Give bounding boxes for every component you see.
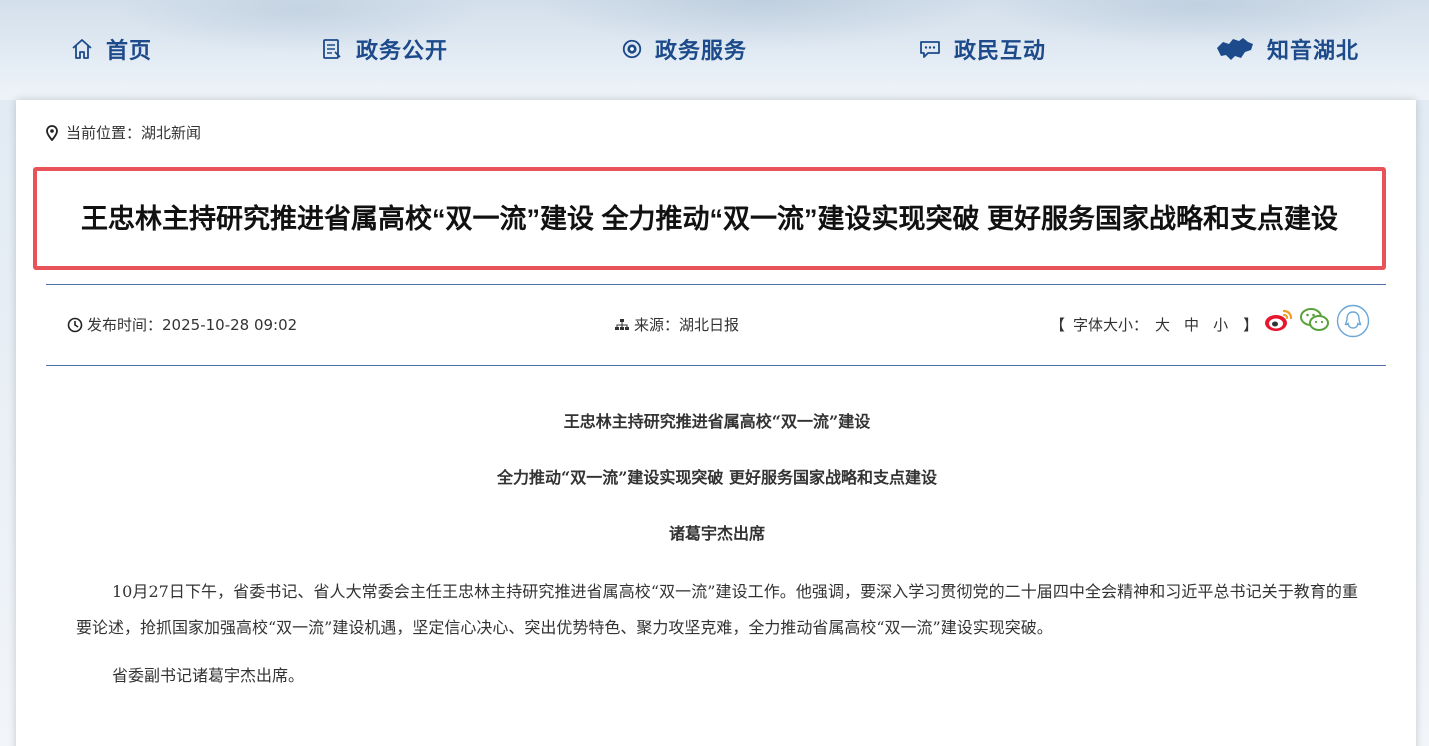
article-subhead: 诸葛宇杰出席 <box>668 524 765 543</box>
publish-time: 发布时间： 2025-10-28 09:02 <box>67 314 297 335</box>
font-size-switcher: 【 字体大小： 大 中 小 】 <box>1042 314 1266 335</box>
nav-gov-service-label: 政务服务 <box>655 39 748 64</box>
breadcrumb-label: 当前位置： <box>66 124 142 142</box>
article-card: 当前位置： 湖北新闻 王忠林主持研究推进省属高校“双一流”建设 全力推动“双一流… <box>16 100 1416 746</box>
sitemap-icon <box>615 318 629 330</box>
breadcrumb-current[interactable]: 湖北新闻 <box>141 122 201 143</box>
divider-top <box>46 284 1386 285</box>
wechat-icon[interactable] <box>1299 304 1331 336</box>
nav-gov-open[interactable]: 政务公开 <box>320 26 448 72</box>
source-label: 来源： <box>634 316 680 334</box>
weibo-icon[interactable] <box>1262 304 1294 336</box>
nav-home-label: 首页 <box>106 39 153 64</box>
hubei-map-icon <box>1217 38 1253 60</box>
font-size-label: 字体大小： <box>1073 316 1149 334</box>
document-icon <box>323 39 341 59</box>
source: 来源： 湖北日报 <box>614 314 739 335</box>
home-icon <box>72 39 92 59</box>
article-body: 王忠林主持研究推进省属高校“双一流”建设 全力推动“双一流”建设实现突破 更好服… <box>76 400 1358 694</box>
breadcrumb: 当前位置： 湖北新闻 <box>46 122 201 143</box>
bracket-open: 【 <box>1050 316 1066 334</box>
nav-zhiyin-hubei[interactable]: 知音湖北 <box>1215 26 1359 72</box>
nav-gov-service[interactable]: 政务服务 <box>621 26 747 72</box>
source-value: 湖北日报 <box>679 316 740 334</box>
nav-gov-open-label: 政务公开 <box>356 39 449 64</box>
publish-time-label: 发布时间： <box>87 316 163 334</box>
article-paragraph: 10月27日下午，省委书记、省人大常委会主任王忠林主持研究推进省属高校“双一流”… <box>76 582 1358 637</box>
article-title: 王忠林主持研究推进省属高校“双一流”建设 全力推动“双一流”建设实现突破 更好服… <box>80 203 1338 234</box>
service-icon <box>622 39 642 59</box>
nav-home[interactable]: 首页 <box>70 26 152 72</box>
article-paragraph: 省委副书记诸葛宇杰出席。 <box>112 666 305 685</box>
publish-time-value: 2025-10-28 09:02 <box>162 315 298 334</box>
title-highlight-box: 王忠林主持研究推进省属高校“双一流”建设 全力推动“双一流”建设实现突破 更好服… <box>33 167 1386 270</box>
article-subhead: 全力推动“双一流”建设实现突破 更好服务国家战略和支点建设 <box>497 468 937 487</box>
location-pin-icon <box>46 124 58 141</box>
article-subhead: 王忠林主持研究推进省属高校“双一流”建设 <box>563 412 871 431</box>
nav-interaction[interactable]: 政民互动 <box>918 26 1046 72</box>
bracket-close: 】 <box>1243 316 1259 334</box>
qq-icon[interactable] <box>1336 304 1370 338</box>
chat-icon <box>920 41 940 58</box>
nav-zhiyin-hubei-label: 知音湖北 <box>1267 39 1360 64</box>
nav-interaction-label: 政民互动 <box>954 39 1047 64</box>
divider-bottom <box>46 365 1386 366</box>
font-size-medium[interactable]: 中 <box>1184 314 1199 335</box>
font-size-large[interactable]: 大 <box>1155 314 1170 335</box>
clock-icon <box>67 317 83 332</box>
font-size-small[interactable]: 小 <box>1213 314 1228 335</box>
main-nav: 首页 政务公开 政务服务 政民互动 知音湖北 <box>0 26 1429 72</box>
